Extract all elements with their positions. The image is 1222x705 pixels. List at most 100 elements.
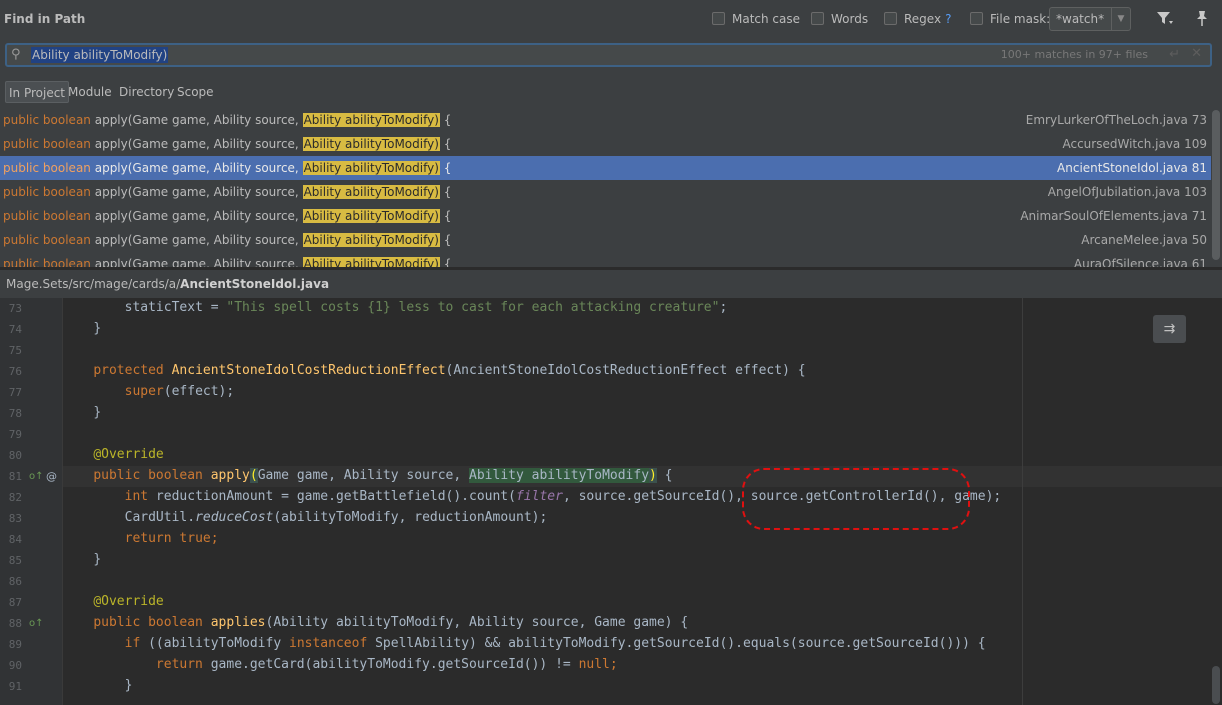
line-number: 76 xyxy=(8,365,22,378)
line-number: 81 xyxy=(8,470,22,483)
code-line: } xyxy=(93,552,102,567)
tab-in-project[interactable]: In Project xyxy=(5,81,70,103)
result-suffix: { xyxy=(439,161,452,175)
implementing-method-icon[interactable]: o↑ xyxy=(29,618,44,629)
match-case-checkbox[interactable] xyxy=(712,12,725,25)
result-row[interactable]: public boolean apply(Game game, Ability … xyxy=(0,108,1211,132)
pin-icon[interactable] xyxy=(1194,10,1210,28)
line-number: 79 xyxy=(8,428,22,441)
code-line: CardUtil.reduceCost(abilityToModify, red… xyxy=(124,510,548,525)
result-keyword: public boolean xyxy=(3,185,91,199)
words-checkbox[interactable] xyxy=(811,12,824,25)
file-mask-value: *watch* xyxy=(1056,12,1105,26)
code-line: protected AncientStoneIdolCostReductionE… xyxy=(93,363,806,378)
code-line: } xyxy=(93,321,102,336)
result-text: apply(Game game, Ability source, xyxy=(90,113,303,127)
results-list[interactable]: public boolean apply(Game game, Ability … xyxy=(0,108,1222,268)
result-keyword: public boolean xyxy=(3,161,91,175)
code-line: } xyxy=(124,678,133,693)
path-file: AncientStoneIdol.java xyxy=(180,277,330,291)
search-query[interactable]: Ability abilityToModify) xyxy=(31,47,169,63)
result-suffix: { xyxy=(439,137,452,151)
result-match: Ability abilityToModify) xyxy=(302,113,440,127)
file-mask-checkbox[interactable] xyxy=(970,12,983,25)
result-match: Ability abilityToModify) xyxy=(302,185,440,199)
tab-module[interactable]: Module xyxy=(65,81,115,103)
line-number: 87 xyxy=(8,596,22,609)
result-file: AnimarSoulOfElements.java 71 xyxy=(1020,209,1207,223)
gutter: 73 74 75 76 77 78 79 80 81 82 83 84 85 86 87 88 89 90 91 xyxy=(0,298,63,705)
result-keyword: public boolean xyxy=(3,137,91,151)
code-line-current: public boolean apply(Game game, Ability … xyxy=(93,468,673,483)
result-row[interactable]: public boolean apply(Game game, Ability … xyxy=(0,180,1211,204)
result-match: Ability abilityToModify) xyxy=(302,233,440,247)
line-number: 86 xyxy=(8,575,22,588)
close-icon[interactable]: ✕ xyxy=(1191,46,1202,61)
editor-scrollbar-thumb[interactable] xyxy=(1212,666,1220,704)
search-input[interactable]: ⚲ Ability abilityToModify) 100+ matches … xyxy=(5,43,1212,67)
result-match: Ability abilityToModify) xyxy=(302,161,440,175)
result-file: AngelOfJubilation.java 103 xyxy=(1047,185,1207,199)
code-line: @Override xyxy=(93,447,164,462)
search-icon[interactable]: ⚲ xyxy=(11,47,21,62)
result-text: apply(Game game, Ability source, xyxy=(90,161,303,175)
match-case-label[interactable]: Match case xyxy=(732,12,800,26)
code-line: return true; xyxy=(124,531,219,546)
line-number: 84 xyxy=(8,533,22,546)
result-row[interactable]: public boolean apply(Game game, Ability … xyxy=(0,252,1211,268)
words-label[interactable]: Words xyxy=(831,12,868,26)
regex-help-link[interactable]: ? xyxy=(945,12,951,26)
match-count: 100+ matches in 97+ files xyxy=(1000,48,1148,61)
line-number: 77 xyxy=(8,386,22,399)
code-line: } xyxy=(93,405,102,420)
results-scrollbar[interactable] xyxy=(1211,108,1222,268)
result-text: apply(Game game, Ability source, xyxy=(90,209,303,223)
file-mask-combo[interactable]: *watch* ▼ xyxy=(1049,7,1131,31)
line-number: 74 xyxy=(8,323,22,336)
newline-icon[interactable]: ↵ xyxy=(1169,47,1180,62)
regex-label[interactable]: Regex xyxy=(904,12,941,26)
result-keyword: public boolean xyxy=(3,209,91,223)
filter-icon[interactable] xyxy=(1156,11,1174,27)
soft-wrap-button[interactable]: ⇉ xyxy=(1153,315,1186,343)
implementing-method-icon[interactable]: o↑ xyxy=(29,471,44,482)
result-file: EmryLurkerOfTheLoch.java 73 xyxy=(1025,113,1207,127)
result-text: apply(Game game, Ability source, xyxy=(90,233,303,247)
tab-directory[interactable]: Directory xyxy=(116,81,177,103)
result-keyword: public boolean xyxy=(3,113,91,127)
path-prefix: Mage.Sets/src/mage/cards/a/ xyxy=(6,277,181,291)
line-number: 75 xyxy=(8,344,22,357)
line-number: 80 xyxy=(8,449,22,462)
result-text: apply(Game game, Ability source, xyxy=(90,185,303,199)
result-suffix: { xyxy=(439,233,452,247)
result-file: ArcaneMelee.java 50 xyxy=(1081,233,1207,247)
line-number: 91 xyxy=(8,680,22,693)
line-number: 90 xyxy=(8,659,22,672)
dialog-title: Find in Path xyxy=(4,12,86,26)
annotation-icon: @ xyxy=(46,470,57,483)
result-suffix: { xyxy=(439,209,452,223)
line-number: 78 xyxy=(8,407,22,420)
result-file: AncientStoneIdol.java 81 xyxy=(1057,161,1207,175)
regex-option: Regex? xyxy=(904,12,951,26)
scrollbar-thumb[interactable] xyxy=(1212,110,1220,260)
result-row[interactable]: public boolean apply(Game game, Ability … xyxy=(0,132,1211,156)
right-margin-guide xyxy=(1022,298,1023,705)
result-row[interactable]: public boolean apply(Game game, Ability … xyxy=(0,228,1211,252)
result-text: apply(Game game, Ability source, xyxy=(90,137,303,151)
line-number: 73 xyxy=(8,302,22,315)
result-row[interactable]: public boolean apply(Game game, Ability … xyxy=(0,156,1211,180)
preview-path-bar: Mage.Sets/src/mage/cards/a/AncientStoneI… xyxy=(0,270,1222,299)
code-line: @Override xyxy=(93,594,164,609)
result-file: AuraOfSilence.java 61 xyxy=(1073,257,1207,268)
code-preview[interactable]: 73 74 75 76 77 78 79 80 81 82 83 84 85 86 87 88 89 90 91 s… xyxy=(0,298,1222,705)
result-row[interactable]: public boolean apply(Game game, Ability … xyxy=(0,204,1211,228)
result-match: Ability abilityToModify) xyxy=(302,137,440,151)
line-number: 89 xyxy=(8,638,22,651)
chevron-down-icon[interactable]: ▼ xyxy=(1111,8,1130,30)
result-suffix: { xyxy=(439,185,452,199)
tab-scope[interactable]: Scope xyxy=(174,81,217,103)
preview-path: Mage.Sets/src/mage/cards/a/AncientStoneI… xyxy=(6,277,329,291)
regex-checkbox[interactable] xyxy=(884,12,897,25)
file-mask-label[interactable]: File mask: xyxy=(990,12,1050,26)
